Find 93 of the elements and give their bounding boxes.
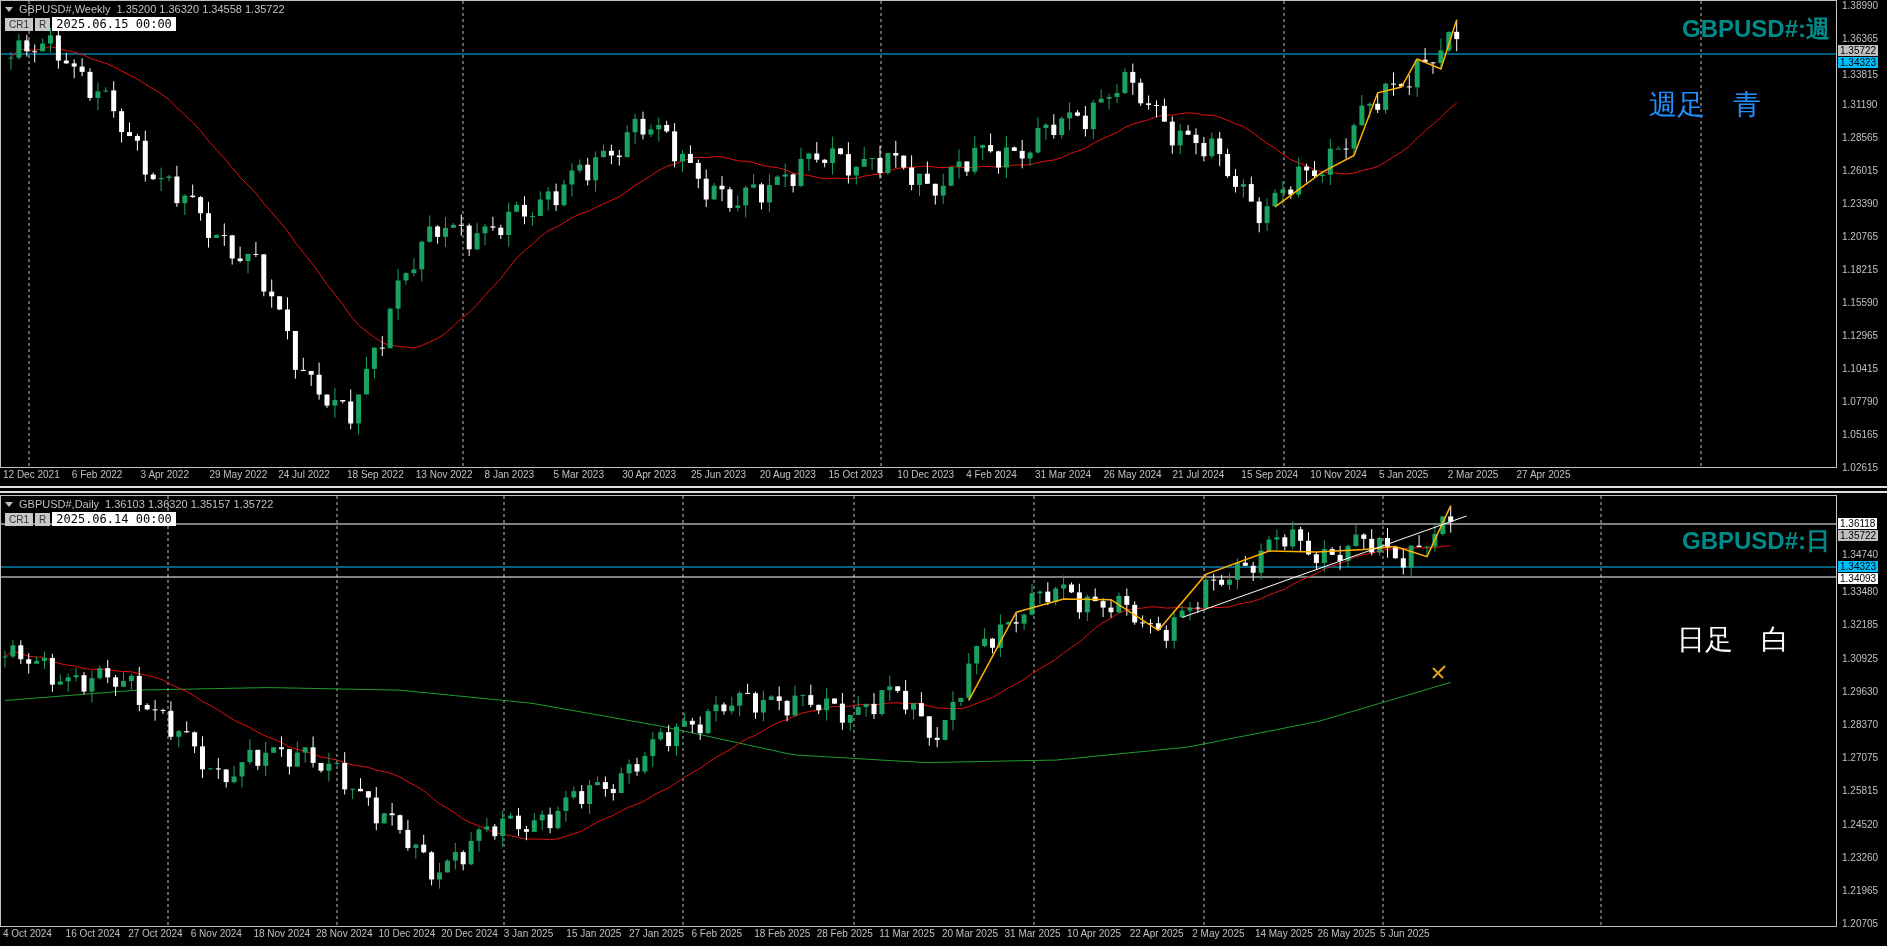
symbol-caption: GBPUSD#:日 (1681, 527, 1830, 555)
chart-button[interactable]: CR1 (5, 17, 33, 31)
time-label: 18 Feb 2025 (753, 927, 812, 941)
price-label: 1.28370 (1842, 719, 1879, 731)
time-label: 30 Apr 2023 (621, 468, 678, 482)
time-label: 18 Nov 2024 (252, 927, 312, 941)
time-label: 27 Apr 2025 (1515, 468, 1572, 482)
time-label: 3 Jan 2025 (502, 927, 555, 941)
price-label: 1.33815 (1842, 69, 1879, 81)
time-label: 21 Jul 2024 (1171, 468, 1226, 482)
time-label: 11 Mar 2025 (878, 927, 936, 941)
time-label: 13 Nov 2022 (414, 468, 474, 482)
chart-button[interactable]: R (35, 512, 51, 526)
price-label: 1.12965 (1842, 330, 1879, 342)
date-field[interactable]: 2025.06.14 00:00 (52, 512, 176, 526)
time-label: 2 May 2025 (1191, 927, 1246, 941)
time-label: 5 Jun 2025 (1379, 927, 1431, 941)
time-label: 10 Dec 2023 (896, 468, 956, 482)
price-label: 1.23390 (1842, 198, 1879, 210)
time-label: 5 Mar 2023 (552, 468, 605, 482)
time-label: 28 Nov 2024 (314, 927, 374, 941)
price-label: 1.33480 (1842, 586, 1879, 599)
price-label: 1.25815 (1842, 785, 1879, 798)
price-label: 1.20765 (1842, 231, 1879, 243)
time-label: 3 Apr 2022 (139, 468, 190, 482)
time-label: 2 Mar 2025 (1446, 468, 1500, 482)
ohlc-values: 1.36103 1.36320 1.35157 1.35722 (105, 498, 274, 511)
price-label: 1.27075 (1842, 752, 1879, 765)
price-label: 1.24520 (1842, 818, 1879, 831)
date-field[interactable]: 2025.06.15 00:00 (52, 17, 176, 31)
time-label: 24 Jul 2022 (277, 468, 331, 482)
time-label: 15 Jan 2025 (565, 927, 623, 941)
time-label: 27 Jan 2025 (627, 927, 685, 941)
chart-title: GBPUSD#,Daily (19, 498, 100, 511)
time-label: 6 Feb 2025 (690, 927, 744, 941)
time-label: 15 Sep 2024 (1240, 468, 1300, 482)
time-label: 31 Mar 2025 (1003, 927, 1062, 941)
time-label: 31 Mar 2024 (1033, 468, 1093, 482)
price-label: 1.05165 (1842, 429, 1879, 441)
time-label: 16 Oct 2024 (64, 927, 122, 941)
price-label: 1.34740 (1842, 549, 1879, 561)
price-label: 1.30925 (1842, 652, 1879, 665)
price-label: 1.28565 (1842, 132, 1879, 144)
chart-button[interactable]: CR1 (5, 512, 33, 526)
price-tag: 1.34093 (1838, 573, 1879, 584)
price-tag: 1.35722 (1838, 45, 1879, 56)
time-label: 26 May 2024 (1102, 468, 1163, 482)
time-label: 4 Feb 2024 (965, 468, 1018, 482)
ohlc-values: 1.35200 1.36320 1.34558 1.35722 (116, 3, 285, 16)
price-label: 1.31190 (1842, 99, 1878, 111)
time-label: 10 Dec 2024 (377, 927, 437, 941)
symbol-caption: GBPUSD#:週 (1681, 15, 1830, 43)
time-label: 20 Aug 2023 (758, 468, 817, 482)
time-label: 29 May 2022 (208, 468, 269, 482)
price-tag: 1.35722 (1838, 529, 1879, 541)
price-label: 1.07790 (1842, 396, 1879, 408)
timeframe-note: 日足 白 (1677, 624, 1789, 656)
price-label: 1.23260 (1842, 851, 1879, 864)
time-label: 10 Nov 2024 (1309, 468, 1368, 482)
price-label: 1.02615 (1842, 462, 1879, 474)
time-label: 4 Oct 2024 (2, 927, 53, 941)
time-label: 20 Dec 2024 (440, 927, 499, 941)
price-label: 1.38990 (1842, 0, 1879, 12)
time-label: 27 Oct 2024 (127, 927, 184, 941)
price-tag: 1.34323 (1838, 57, 1879, 68)
time-label: 10 Apr 2025 (1066, 927, 1123, 941)
time-label: 25 Jun 2023 (689, 468, 748, 482)
time-label: 18 Sep 2022 (346, 468, 405, 482)
price-label: 1.20705 (1842, 918, 1879, 931)
time-label: 14 May 2025 (1253, 927, 1314, 941)
price-tag: 1.34323 (1838, 561, 1879, 572)
time-label: 12 Dec 2021 (2, 468, 61, 482)
chart-title: GBPUSD#,Weekly (19, 3, 111, 16)
price-label: 1.15590 (1842, 297, 1879, 309)
price-label: 1.10415 (1842, 363, 1879, 375)
price-label: 1.21965 (1842, 885, 1879, 897)
time-label: 8 Jan 2023 (483, 468, 536, 482)
price-label: 1.32185 (1842, 619, 1879, 632)
time-label: 5 Jan 2025 (1377, 468, 1430, 482)
time-label: 26 May 2025 (1316, 927, 1377, 941)
time-label: 22 Apr 2025 (1128, 927, 1185, 941)
price-tag: 1.36118 (1838, 517, 1878, 529)
timeframe-note: 週足 青 (1649, 89, 1761, 121)
price-label: 1.18215 (1842, 264, 1879, 276)
price-label: 1.26015 (1842, 165, 1879, 177)
time-label: 20 Mar 2025 (940, 927, 1000, 941)
price-label: 1.29630 (1842, 685, 1879, 698)
time-label: 28 Feb 2025 (815, 927, 874, 941)
time-label: 6 Nov 2024 (189, 927, 243, 941)
chart-button[interactable]: R (35, 17, 51, 31)
time-label: 6 Feb 2022 (70, 468, 124, 482)
time-label: 15 Oct 2023 (827, 468, 885, 482)
price-label: 1.36365 (1842, 33, 1879, 45)
